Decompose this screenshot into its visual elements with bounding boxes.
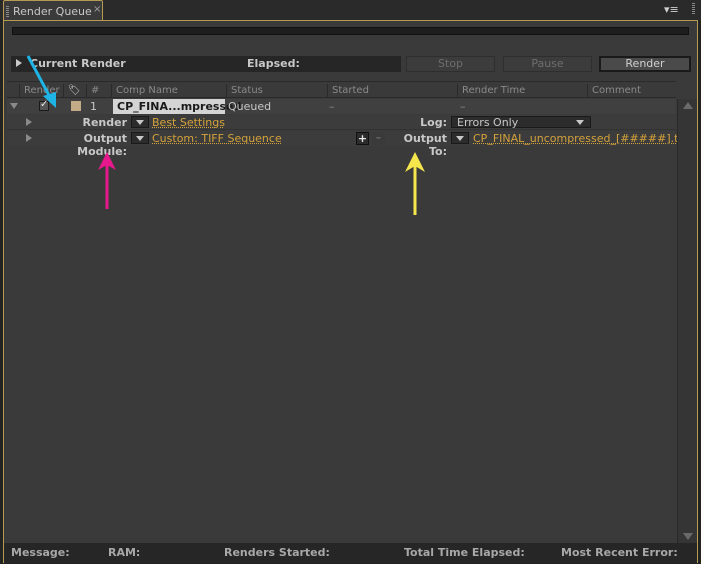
annotation-arrows	[26, 55, 425, 215]
cyan-arrow-icon	[26, 55, 56, 108]
magenta-arrow-icon	[98, 152, 116, 209]
yellow-arrow-icon	[405, 152, 425, 215]
